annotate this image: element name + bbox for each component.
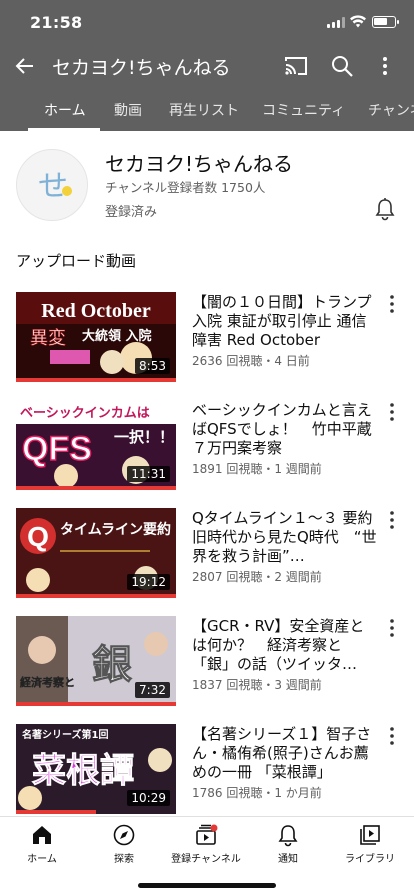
video-duration: 8:53 — [135, 358, 170, 374]
nav-label: ホーム — [27, 854, 57, 865]
more-vert-icon[interactable] — [386, 726, 398, 746]
thumb-text: 銀 — [92, 641, 132, 688]
back-arrow-icon[interactable] — [12, 53, 38, 79]
video-thumbnail[interactable]: Red October 異変 大統領 入院 8:53 — [16, 292, 176, 382]
thumb-text: 経済考察と — [20, 675, 75, 689]
home-icon — [33, 826, 51, 844]
video-duration: 10:29 — [127, 790, 170, 806]
video-meta: 2807 回視聴・2 週間前 — [192, 570, 322, 584]
nav-library[interactable]: ライブラリ — [330, 823, 410, 865]
video-item[interactable]: Q タイムライン要約 19:12 Qタイムライン１〜３ 要約 旧時代から見たQ時… — [0, 508, 414, 606]
video-duration: 7:32 — [135, 682, 170, 698]
nav-notifications[interactable]: 通知 — [248, 823, 328, 865]
video-item[interactable]: 名著シリーズ第1回 菜根譚 10:29 【名著シリーズ１】智子さん・橘侑希(照子… — [0, 724, 414, 822]
thumb-text: 大統領 入院 — [82, 328, 152, 344]
avatar-glyph: せ — [38, 169, 68, 204]
video-title[interactable]: 【闇の１０日間】トランプ入院 東証が取引停止 通信障害 Red October — [192, 293, 378, 350]
thumb-text: Red October — [41, 300, 151, 322]
wifi-icon — [350, 15, 366, 28]
video-thumbnail[interactable]: Q タイムライン要約 19:12 — [16, 508, 176, 598]
video-thumbnail[interactable]: 名著シリーズ第1回 菜根譚 10:29 — [16, 724, 176, 814]
cast-icon[interactable] — [284, 55, 308, 77]
video-thumbnail[interactable]: 銀 経済考察と 7:32 — [16, 616, 176, 706]
library-icon — [360, 825, 380, 845]
watch-progress-bar — [16, 810, 96, 814]
app-bar: セカヨク!ちゃんねる — [0, 46, 414, 86]
more-vert-icon[interactable] — [386, 618, 398, 638]
watch-progress-bar — [16, 594, 176, 598]
nav-home[interactable]: ホーム — [2, 823, 82, 865]
tab-playlists[interactable]: 再生リスト — [169, 100, 239, 120]
channel-tab-bar: ホーム 動画 再生リスト コミュニティ チャンネル — [0, 86, 414, 131]
status-time: 21:58 — [30, 13, 83, 32]
tab-home[interactable]: ホーム — [44, 100, 86, 120]
thumb-text: Q — [27, 521, 49, 552]
video-title[interactable]: 【名著シリーズ１】智子さん・橘侑希(照子)さんお薦めの一冊 「菜根譚」 — [192, 725, 378, 782]
video-title[interactable]: 【GCR・RV】安全資産とは何か？ 経済考察と「銀」の話（ツイッタ… — [192, 617, 378, 674]
cellular-signal-icon — [327, 17, 345, 28]
video-thumbnail[interactable]: ベーシックインカムは QFS 一択！！ 11:31 — [16, 400, 176, 490]
video-item[interactable]: ベーシックインカムは QFS 一択！！ 11:31 ベーシックインカムと言えばQ… — [0, 400, 414, 498]
nav-label: 登録チャンネル — [171, 854, 241, 865]
home-indicator[interactable] — [138, 883, 276, 888]
tab-videos[interactable]: 動画 — [114, 100, 142, 120]
watch-progress-bar — [16, 486, 176, 490]
notification-bell-icon[interactable] — [374, 197, 396, 221]
nav-label: 通知 — [278, 854, 298, 865]
video-duration: 11:31 — [127, 466, 170, 482]
video-meta: 1786 回視聴・1 か月前 — [192, 786, 322, 800]
nav-label: ライブラリ — [345, 854, 395, 865]
section-title-uploads: アップロード動画 — [16, 252, 137, 270]
search-icon[interactable] — [330, 54, 354, 78]
thumb-text: 異変 — [30, 328, 66, 349]
nav-explore[interactable]: 探索 — [84, 823, 164, 865]
channel-name: セカヨク!ちゃんねる — [105, 152, 294, 176]
status-bar: 21:58 — [0, 0, 414, 46]
subscriber-count: チャンネル登録者数 1750人 — [105, 180, 266, 195]
video-meta: 1891 回視聴・1 週間前 — [192, 462, 322, 476]
thumb-text: 一択！！ — [114, 428, 174, 446]
video-meta: 1837 回視聴・3 週間前 — [192, 678, 322, 692]
watch-progress-bar — [16, 378, 176, 382]
more-vert-icon[interactable] — [386, 294, 398, 314]
thumb-text: ベーシックインカムは — [20, 406, 150, 421]
explore-icon — [113, 824, 135, 846]
more-vert-icon[interactable] — [386, 402, 398, 422]
video-item[interactable]: 銀 経済考察と 7:32 【GCR・RV】安全資産とは何か？ 経済考察と「銀」の… — [0, 616, 414, 714]
thumb-text: 菜根譚 — [32, 751, 134, 791]
tab-channels[interactable]: チャンネル — [368, 100, 414, 120]
thumb-text: タイムライン要約 — [60, 521, 171, 538]
subscriptions-icon — [196, 824, 218, 845]
tab-community[interactable]: コミュニティ — [262, 100, 345, 120]
watch-progress-bar — [16, 702, 176, 706]
subscribed-button[interactable]: 登録済み — [105, 201, 157, 220]
notifications-icon — [278, 825, 298, 847]
thumb-text: 名著シリーズ第1回 — [22, 728, 108, 741]
nav-subscriptions[interactable]: 登録チャンネル — [166, 823, 246, 865]
video-duration: 19:12 — [127, 574, 170, 590]
video-title[interactable]: ベーシックインカムと言えばQFSでしょ！ 竹中平蔵７万円案考察 — [192, 401, 378, 458]
battery-icon — [372, 16, 399, 28]
channel-header: せ セカヨク!ちゃんねる チャンネル登録者数 1750人 登録済み — [0, 131, 414, 231]
more-vert-icon[interactable] — [386, 510, 398, 530]
more-vert-icon[interactable] — [378, 54, 392, 78]
video-meta: 2636 回視聴・4 日前 — [192, 354, 310, 368]
nav-label: 探索 — [114, 854, 134, 865]
video-item[interactable]: Red October 異変 大統領 入院 8:53 【闇の１０日間】トランプ入… — [0, 292, 414, 390]
channel-avatar[interactable]: せ — [16, 149, 88, 221]
video-title[interactable]: Qタイムライン１〜３ 要約 旧時代から見たQ時代 “世界を救う計画”… — [192, 509, 378, 566]
thumb-text: QFS — [22, 430, 92, 468]
app-bar-title: セカヨク!ちゃんねる — [52, 57, 231, 79]
